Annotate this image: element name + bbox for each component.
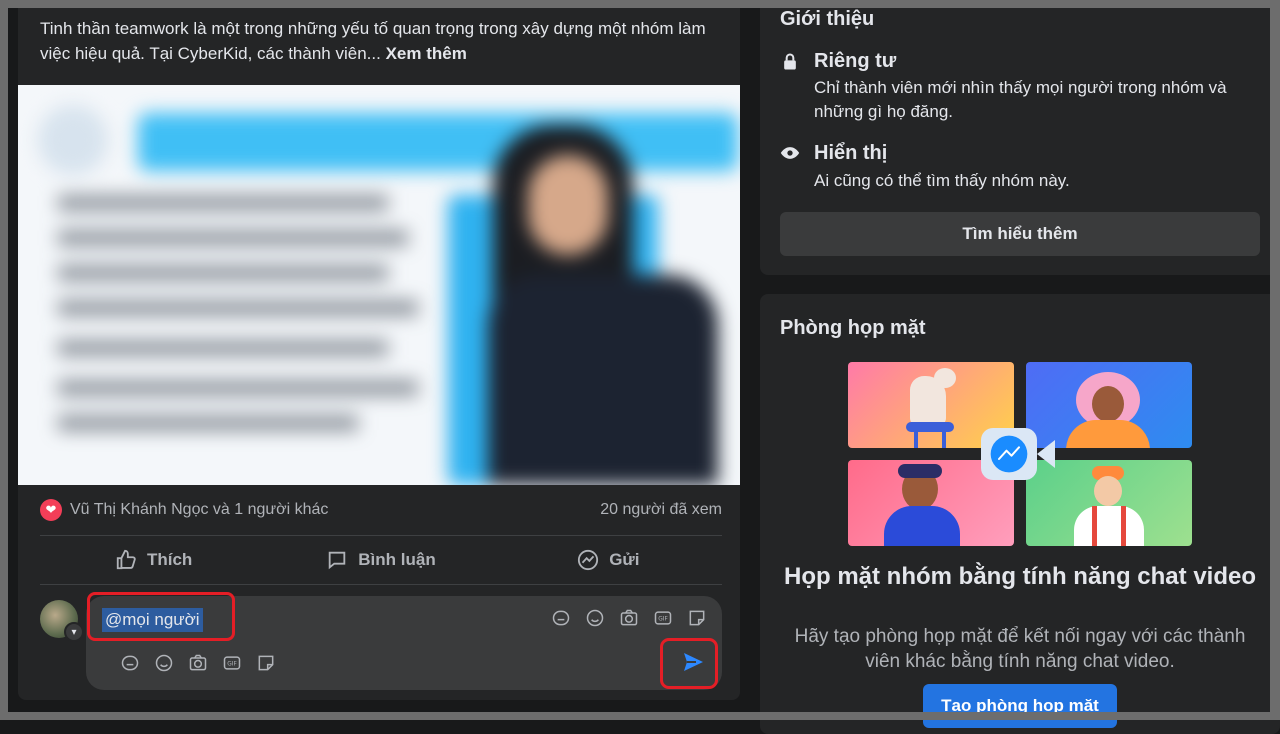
visible-desc: Ai cũng có thể tìm thấy nhóm này. [814,171,1070,190]
messenger-icon [990,435,1028,473]
meeting-room-description: Hãy tạo phòng họp mặt để kết nối ngay vớ… [794,626,1246,672]
post-image[interactable] [18,85,740,485]
camera-icon[interactable] [188,653,208,673]
sticker-alt-icon[interactable] [687,608,707,628]
illustration-tile [1026,362,1192,448]
emoji-icon[interactable] [154,653,174,673]
send-label: Gửi [609,550,640,569]
view-count[interactable]: 20 người đã xem [600,501,722,519]
svg-text:GIF: GIF [227,662,237,668]
meeting-room-title: Phòng họp mặt [780,317,926,339]
sticker-alt-icon[interactable] [256,653,276,673]
heart-reaction-icon: ❤ [40,499,62,521]
about-card: Giới thiệu Riêng tư Chỉ thành viên mới n… [760,0,1280,275]
camera-icon[interactable] [619,608,639,628]
learn-more-button[interactable]: Tìm hiểu thêm [780,212,1260,256]
eye-icon [780,147,800,159]
private-desc: Chỉ thành viên mới nhìn thấy mọi người t… [814,78,1227,121]
sticker-icon[interactable] [120,653,140,673]
divider [40,584,722,585]
private-title: Riêng tư [814,50,897,72]
chevron-down-icon[interactable]: ▾ [64,622,84,642]
mention-highlight-box [87,592,235,641]
create-meeting-room-button[interactable]: Tạo phòng họp mặt [923,684,1117,728]
meeting-room-heading: Họp mặt nhóm bằng tính năng chat video [784,563,1256,590]
post-body: Tinh thần teamwork là một trong những yế… [40,19,706,63]
comment-tools-bottom: GIF [120,653,276,673]
sticker-icon[interactable] [551,608,571,628]
gif-icon[interactable]: GIF [653,608,673,628]
gif-icon[interactable]: GIF [222,653,242,673]
lock-icon [784,53,796,70]
thumbs-up-icon [116,549,136,570]
meeting-room-card: Phòng họp mặt Họp mặt nhóm bằng tính năn… [760,294,1280,734]
like-button[interactable]: Thích [40,538,267,582]
send-messenger-button[interactable]: Gửi [495,538,722,582]
comment-label: Bình luận [358,550,436,569]
see-more-link[interactable]: Xem thêm [386,44,467,63]
post-text: Tinh thần teamwork là một trong những yế… [40,16,720,66]
svg-text:GIF: GIF [658,617,668,623]
emoji-icon[interactable] [585,608,605,628]
like-label: Thích [146,550,193,569]
comment-tools-top: GIF [551,608,707,628]
illustration-tile [1026,460,1192,546]
about-title: Giới thiệu [780,8,875,30]
messenger-icon [578,549,599,571]
comment-icon [329,551,346,570]
visible-title: Hiển thị [814,142,888,164]
divider [40,535,722,536]
post-stats: ❤ Vũ Thị Khánh Ngọc và 1 người khác 20 n… [40,498,722,524]
send-highlight-box [660,638,718,689]
video-camera-lens [1037,440,1055,468]
video-chat-illustration [848,362,1194,546]
comment-button[interactable]: Bình luận [267,538,494,582]
post-actions: Thích Bình luận Gửi [40,538,722,582]
reactions-summary[interactable]: Vũ Thị Khánh Ngọc và 1 người khác [70,501,328,519]
